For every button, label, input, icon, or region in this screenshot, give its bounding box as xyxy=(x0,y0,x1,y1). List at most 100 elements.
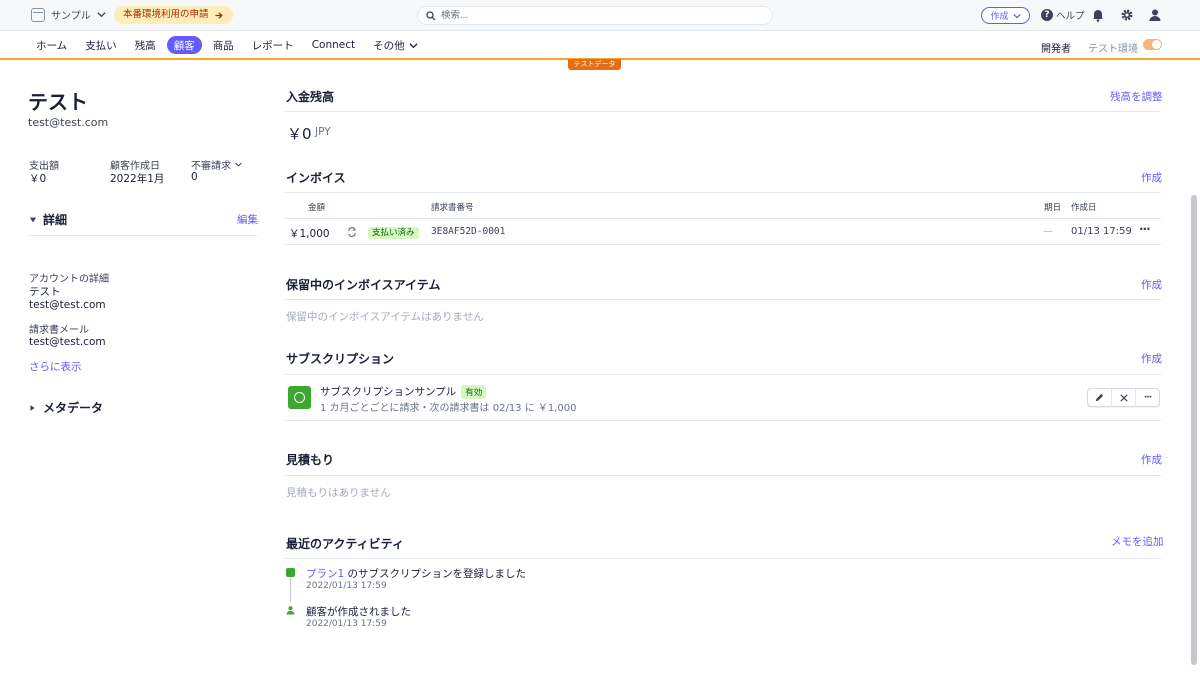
help-button[interactable]: ? ヘルプ xyxy=(1041,8,1085,22)
nav-item-reports[interactable]: レポート xyxy=(245,36,301,54)
billing-email-value: test@test.com xyxy=(29,336,106,348)
nav-item-label: レポート xyxy=(251,39,294,52)
activity-text: のサブスクリプションを登録しました xyxy=(344,568,527,580)
col-header-created: 作成日 xyxy=(1071,203,1097,213)
invoice-status-badge: 支払い済み xyxy=(368,225,419,239)
more-icon: ··· xyxy=(1143,392,1152,403)
stat-value-created: 2022年1月 xyxy=(110,173,165,185)
create-invoice-link[interactable]: 作成 xyxy=(1141,170,1162,185)
nav-item-customers[interactable]: 顧客 xyxy=(166,36,202,54)
details-divider xyxy=(28,235,257,236)
nav-item-home[interactable]: ホーム xyxy=(29,36,74,54)
customer-email: test@test.com xyxy=(28,116,109,129)
balance-amount: ￥0 xyxy=(287,125,312,143)
subscription-icon xyxy=(288,386,311,409)
invoice-status-text: 支払い済み xyxy=(368,227,419,239)
row-more-icon[interactable]: ··· xyxy=(1139,222,1151,236)
test-data-tag: テストデータ xyxy=(568,59,621,70)
subscription-activity-icon xyxy=(286,568,295,577)
user-icon xyxy=(286,606,295,615)
search-input[interactable] xyxy=(441,10,741,21)
gear-icon[interactable] xyxy=(1120,8,1134,22)
cancel-subscription-button[interactable] xyxy=(1112,389,1136,406)
nav-item-label: 商品 xyxy=(212,39,234,52)
nav-item-payments[interactable]: 支払い xyxy=(78,36,124,54)
customer-name: テスト xyxy=(28,90,88,114)
activity-time: 2022/01/13 17:59 xyxy=(306,619,387,629)
stat-label-spend: 支出額 xyxy=(29,161,59,172)
stat-label-disputes-text: 不審請求 xyxy=(191,161,231,172)
add-memo-link[interactable]: メモを追加 xyxy=(1111,534,1164,549)
nav-item-label: Connect xyxy=(311,39,356,51)
balance-currency: JPY xyxy=(315,126,331,138)
edit-details-link[interactable]: 編集 xyxy=(237,212,258,227)
adjust-balance-link[interactable]: 残高を調整 xyxy=(1110,89,1163,104)
subscription-detail: 1 カ月ごとごとに請求・次の請求書は 02/13 に ￥1,000 xyxy=(320,403,577,414)
balance-divider xyxy=(285,111,1161,112)
main-nav: ホーム 支払い 残高 顧客 商品 レポート Connect その他 開発者 テスト環境 xyxy=(0,31,1200,60)
subscription-status-badge: 有効 xyxy=(461,384,487,399)
create-label: 作成 xyxy=(990,12,1009,22)
invoice-created: 01/13 17:59 xyxy=(1071,226,1132,237)
details-title: 詳細 xyxy=(43,213,68,227)
activity-time: 2022/01/13 17:59 xyxy=(306,581,387,591)
create-subscription-link[interactable]: 作成 xyxy=(1141,351,1162,366)
metadata-toggle[interactable]: メタデータ xyxy=(29,399,103,416)
quotes-empty: 見積もりはありません xyxy=(286,487,391,499)
user-icon[interactable] xyxy=(1148,8,1162,22)
chevron-down-icon xyxy=(97,12,106,18)
nav-item-connect[interactable]: Connect xyxy=(305,36,362,54)
create-pending-item-link[interactable]: 作成 xyxy=(1141,277,1162,292)
nav-item-more[interactable]: その他 xyxy=(366,36,425,54)
activity-title: 最近のアクティビティ xyxy=(286,537,404,551)
col-header-due: 期日 xyxy=(1044,203,1062,213)
test-env-label: テスト環境 xyxy=(1088,44,1138,55)
edit-subscription-button[interactable] xyxy=(1088,389,1112,406)
bell-icon[interactable] xyxy=(1091,8,1105,22)
show-more-link[interactable]: さらに表示 xyxy=(29,359,82,374)
activity-divider xyxy=(285,558,1161,559)
stat-label-disputes[interactable]: 不審請求 xyxy=(191,157,242,172)
table-row[interactable]: ￥1,000 支払い済み 3E8AF52D-0001 — 01/13 17:59… xyxy=(285,219,1161,244)
plan-link[interactable]: プラン1 xyxy=(306,568,344,580)
subscription-item[interactable]: サブスクリプションサンプル 有効 xyxy=(320,384,487,399)
recurring-icon xyxy=(348,227,356,237)
invoice-amount: ￥1,000 xyxy=(289,228,330,240)
create-button[interactable]: 作成 xyxy=(981,7,1030,24)
activate-account-button[interactable]: 本番環境利用の申請 xyxy=(114,6,233,24)
nav-item-products[interactable]: 商品 xyxy=(206,36,241,54)
help-icon: ? xyxy=(1041,9,1053,21)
invoice-due: — xyxy=(1043,226,1053,237)
details-toggle[interactable]: 詳細 xyxy=(29,211,67,228)
account-switcher[interactable]: サンプル xyxy=(31,7,106,22)
invoices-divider xyxy=(285,192,1161,193)
developers-link[interactable]: 開発者 xyxy=(1041,40,1071,55)
nav-item-label: 支払い xyxy=(85,39,117,52)
nav-item-balances[interactable]: 残高 xyxy=(128,36,163,54)
nav-item-label: 顧客 xyxy=(173,39,195,52)
scrollbar[interactable] xyxy=(1191,195,1197,665)
col-header-amount: 金額 xyxy=(308,203,326,213)
activity-item: プラン1 のサブスクリプションを登録しました xyxy=(306,566,526,581)
create-quote-link[interactable]: 作成 xyxy=(1141,452,1162,467)
invoices-title: インボイス xyxy=(286,171,346,185)
arrow-right-icon xyxy=(214,11,223,19)
subscription-more-button[interactable]: ··· xyxy=(1136,389,1159,406)
nav-item-label: その他 xyxy=(373,39,405,52)
close-icon xyxy=(1119,393,1128,402)
subscriptions-divider xyxy=(285,374,1161,375)
chevron-down-icon xyxy=(409,42,418,48)
search-bar[interactable] xyxy=(417,6,773,25)
test-mode-toggle[interactable] xyxy=(1143,39,1162,50)
pending-items-title: 保留中のインボイスアイテム xyxy=(286,278,441,292)
pending-items-empty: 保留中のインボイスアイテムはありません xyxy=(286,311,484,323)
account-details-email: test@test.com xyxy=(29,299,106,311)
balance-title: 入金残高 xyxy=(286,90,335,104)
subscriptions-title: サブスクリプション xyxy=(286,352,395,366)
stat-label-created: 顧客作成日 xyxy=(110,161,160,172)
chevron-down-icon xyxy=(1012,13,1021,18)
chevron-down-icon xyxy=(235,162,242,167)
search-icon xyxy=(426,10,436,20)
quotes-divider xyxy=(285,475,1161,476)
invoice-number: 3E8AF52D-0001 xyxy=(431,226,506,237)
